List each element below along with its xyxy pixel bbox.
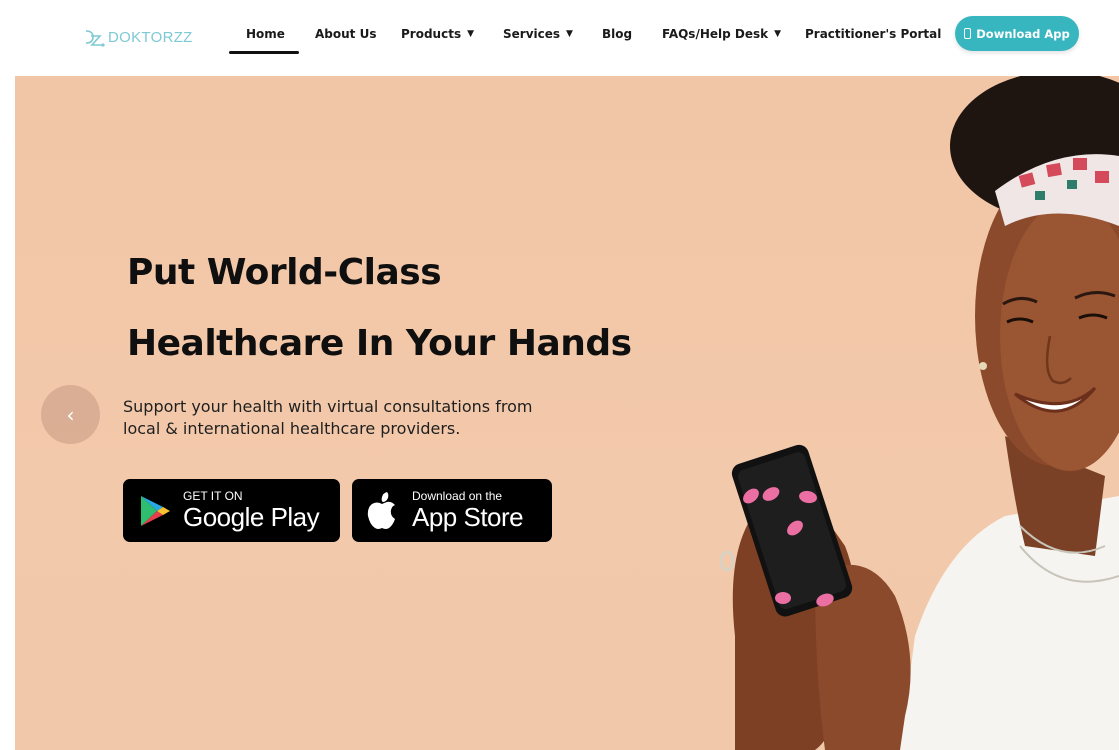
download-app-button[interactable]: Download App bbox=[955, 16, 1079, 51]
nav-practitioner-portal[interactable]: Practitioner's Portal bbox=[805, 27, 941, 41]
download-app-label: Download App bbox=[976, 26, 1070, 41]
google-play-button[interactable]: GET IT ON Google Play bbox=[123, 479, 340, 542]
google-play-big-text: Google Play bbox=[183, 502, 320, 532]
app-store-big-text: App Store bbox=[412, 502, 524, 532]
site-header: DOKTORZZ Home About Us Products ▼ Servic… bbox=[0, 0, 1119, 76]
logo-text: DOKTORZZ bbox=[108, 28, 193, 46]
google-play-icon bbox=[141, 495, 170, 526]
logo-mark-icon bbox=[85, 30, 105, 47]
carousel-prev-button[interactable]: ‹ bbox=[41, 385, 100, 444]
nav-about-label: About Us bbox=[315, 27, 377, 41]
hero-headline-line1: Put World-Class bbox=[127, 252, 442, 293]
caret-down-icon: ▼ bbox=[774, 29, 782, 39]
nav-faqs[interactable]: FAQs/Help Desk ▼ bbox=[662, 27, 781, 41]
nav-portal-label: Practitioner's Portal bbox=[805, 27, 942, 41]
hero-subtext-line1: Support your health with virtual consult… bbox=[123, 397, 533, 416]
nav-home[interactable]: Home bbox=[246, 27, 285, 41]
woman-with-phone-image bbox=[719, 76, 1119, 750]
hero-banner: Put World-Class Healthcare In Your Hands… bbox=[15, 76, 1119, 750]
apple-icon bbox=[367, 491, 395, 529]
logo[interactable]: DOKTORZZ bbox=[82, 25, 193, 49]
nav-products-label: Products bbox=[401, 27, 462, 41]
nav-active-indicator bbox=[229, 51, 299, 54]
nav-products[interactable]: Products ▼ bbox=[401, 27, 474, 41]
hero-headline-line2: Healthcare In Your Hands bbox=[127, 323, 632, 364]
nav-about[interactable]: About Us bbox=[315, 27, 376, 41]
app-store-button[interactable]: Download on the App Store bbox=[352, 479, 552, 542]
nav-services[interactable]: Services ▼ bbox=[503, 27, 573, 41]
nav-blog-label: Blog bbox=[602, 27, 633, 41]
nav-services-label: Services bbox=[503, 27, 561, 41]
nav-home-label: Home bbox=[246, 27, 285, 41]
hero-subtext-line2: local & international healthcare provide… bbox=[123, 419, 461, 438]
caret-down-icon: ▼ bbox=[467, 29, 475, 39]
hero-subtext: Support your health with virtual consult… bbox=[123, 396, 643, 440]
nav-faqs-label: FAQs/Help Desk bbox=[662, 27, 769, 41]
chevron-left-icon: ‹ bbox=[66, 402, 75, 427]
nav-blog[interactable]: Blog bbox=[602, 27, 632, 41]
phone-icon bbox=[964, 28, 972, 39]
caret-down-icon: ▼ bbox=[566, 29, 573, 39]
